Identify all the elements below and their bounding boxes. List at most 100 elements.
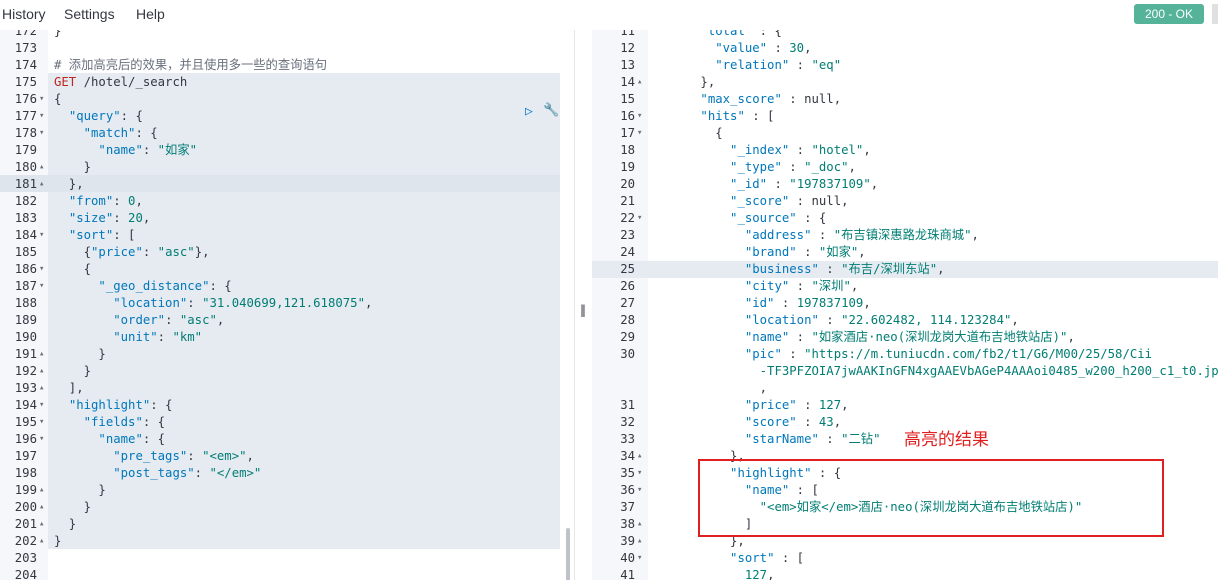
fold-toggle-icon[interactable]: ▴ bbox=[39, 482, 44, 499]
fold-toggle-icon[interactable]: ▴ bbox=[39, 176, 44, 193]
code-line: 179 "name": "如家" bbox=[0, 142, 574, 159]
fold-toggle-icon[interactable]: ▾ bbox=[637, 465, 642, 482]
code-token: "_type" bbox=[730, 160, 782, 174]
fold-toggle-icon[interactable]: ▴ bbox=[39, 380, 44, 397]
request-scrollbar[interactable] bbox=[566, 528, 570, 580]
fold-toggle-icon[interactable]: ▾ bbox=[637, 108, 642, 125]
splitter-handle-icon[interactable]: ‖ bbox=[580, 303, 586, 317]
code-token: "location" bbox=[113, 296, 188, 310]
fold-toggle-icon[interactable]: ▾ bbox=[39, 227, 44, 244]
request-editor[interactable]: 172} 173 174 # 添加高亮后的效果，并且使用多一些的查询语句 175 GET … bbox=[0, 30, 574, 580]
code-token: "如家" bbox=[157, 143, 198, 157]
fold-toggle-icon[interactable]: ▴ bbox=[637, 533, 642, 550]
fold-toggle-icon[interactable]: ▾ bbox=[39, 414, 44, 431]
line-number: 19 bbox=[620, 160, 635, 174]
code-token: "id" bbox=[744, 296, 775, 310]
fold-toggle-icon[interactable]: ▴ bbox=[39, 516, 44, 533]
code-line: 186 ▾ { bbox=[0, 261, 574, 278]
code-token: null, bbox=[811, 194, 849, 208]
code-token: "highlight" bbox=[68, 398, 151, 412]
menu-bar: History Settings Help 200 - OK bbox=[0, 0, 1218, 30]
code-token: "order" bbox=[113, 313, 166, 327]
line-number: 27 bbox=[620, 296, 635, 310]
fold-toggle-icon[interactable]: ▾ bbox=[39, 261, 44, 278]
code-token: GET bbox=[54, 75, 77, 89]
corner-button[interactable] bbox=[1212, 4, 1218, 24]
line-number: 26 bbox=[620, 279, 635, 293]
code-token: "post_tags" bbox=[113, 466, 195, 480]
fold-toggle-icon[interactable]: ▴ bbox=[637, 448, 642, 465]
menu-help[interactable]: Help bbox=[136, 6, 165, 22]
code-token: "197837109" bbox=[789, 177, 871, 191]
code-text: -TF3PFZOIA7jwAAKInGFN4xgAAEVbAGeP4AAAoi0… bbox=[656, 363, 1218, 380]
fold-toggle-icon[interactable]: ▾ bbox=[637, 550, 642, 567]
code-line: 31 "price" : 127, bbox=[592, 397, 1218, 414]
code-text: } bbox=[54, 499, 91, 516]
fold-toggle-icon[interactable]: ▾ bbox=[39, 125, 44, 142]
menu-history[interactable]: History bbox=[2, 6, 46, 22]
code-token: "_source" bbox=[730, 211, 797, 225]
code-text: { bbox=[54, 261, 91, 278]
code-token: "business" bbox=[744, 262, 819, 276]
code-token: : bbox=[796, 398, 819, 412]
wrench-icon[interactable]: 🔧 bbox=[543, 103, 559, 118]
line-number: 194 bbox=[14, 398, 37, 412]
code-token: , bbox=[767, 568, 775, 580]
line-number: 189 bbox=[14, 313, 37, 327]
fold-toggle-icon[interactable]: ▾ bbox=[39, 91, 44, 108]
line-number: 198 bbox=[14, 466, 37, 480]
code-token: , bbox=[142, 211, 151, 225]
line-number: 199 bbox=[14, 483, 37, 497]
code-token: "深圳" bbox=[811, 279, 851, 293]
fold-toggle-icon[interactable]: ▾ bbox=[637, 210, 642, 227]
code-line: 30 "pic" : "https://m.tuniucdn.com/fb2/t… bbox=[592, 346, 1218, 363]
fold-toggle-icon[interactable]: ▾ bbox=[637, 125, 642, 142]
fold-toggle-icon[interactable]: ▴ bbox=[39, 499, 44, 516]
fold-toggle-icon[interactable]: ▴ bbox=[637, 74, 642, 91]
code-token: : bbox=[142, 245, 158, 259]
fold-toggle-icon[interactable]: ▾ bbox=[39, 431, 44, 448]
line-number: 22 bbox=[620, 211, 635, 225]
code-token: }, bbox=[656, 75, 716, 89]
code-token: "size" bbox=[68, 211, 114, 225]
line-number: 37 bbox=[620, 500, 635, 514]
fold-toggle-icon[interactable]: ▾ bbox=[39, 397, 44, 414]
code-line: 27 "id" : 197837109, bbox=[592, 295, 1218, 312]
code-token: } bbox=[54, 534, 62, 548]
code-token: : { bbox=[796, 211, 827, 225]
code-text: "score" : 43, bbox=[656, 414, 841, 431]
fold-toggle-icon[interactable]: ▾ bbox=[39, 278, 44, 295]
fold-toggle-icon[interactable]: ▴ bbox=[637, 516, 642, 533]
line-number: 29 bbox=[620, 330, 635, 344]
line-number: 192 bbox=[14, 364, 37, 378]
line-number: 180 bbox=[14, 160, 37, 174]
code-text: "id" : 197837109, bbox=[656, 295, 871, 312]
run-request-icon[interactable]: ▷ bbox=[525, 104, 533, 119]
fold-toggle-icon[interactable]: ▴ bbox=[39, 533, 44, 550]
code-token: } bbox=[54, 483, 106, 497]
menu-settings[interactable]: Settings bbox=[64, 6, 115, 22]
fold-toggle-icon[interactable]: ▾ bbox=[39, 108, 44, 125]
code-token: : bbox=[194, 466, 210, 480]
line-number: 20 bbox=[620, 177, 635, 191]
code-text: } bbox=[54, 363, 91, 380]
code-token: { bbox=[54, 262, 92, 276]
code-line: 17 ▾ { bbox=[592, 125, 1218, 142]
code-token: 43 bbox=[818, 415, 834, 429]
code-token: , bbox=[1011, 313, 1019, 327]
fold-toggle-icon[interactable]: ▴ bbox=[39, 159, 44, 176]
code-text: { bbox=[54, 91, 61, 108]
code-token: "<em>" bbox=[202, 449, 247, 463]
fold-toggle-icon[interactable]: ▾ bbox=[637, 482, 642, 499]
code-token: "city" bbox=[744, 279, 790, 293]
code-text: "address" : "布吉镇深惠路龙珠商城", bbox=[656, 227, 979, 244]
code-token: "price" bbox=[744, 398, 797, 412]
fold-toggle-icon[interactable]: ▴ bbox=[39, 363, 44, 380]
fold-toggle-icon[interactable]: ▴ bbox=[39, 346, 44, 363]
code-token: "二钻" bbox=[841, 432, 881, 446]
code-token: , bbox=[848, 160, 856, 174]
